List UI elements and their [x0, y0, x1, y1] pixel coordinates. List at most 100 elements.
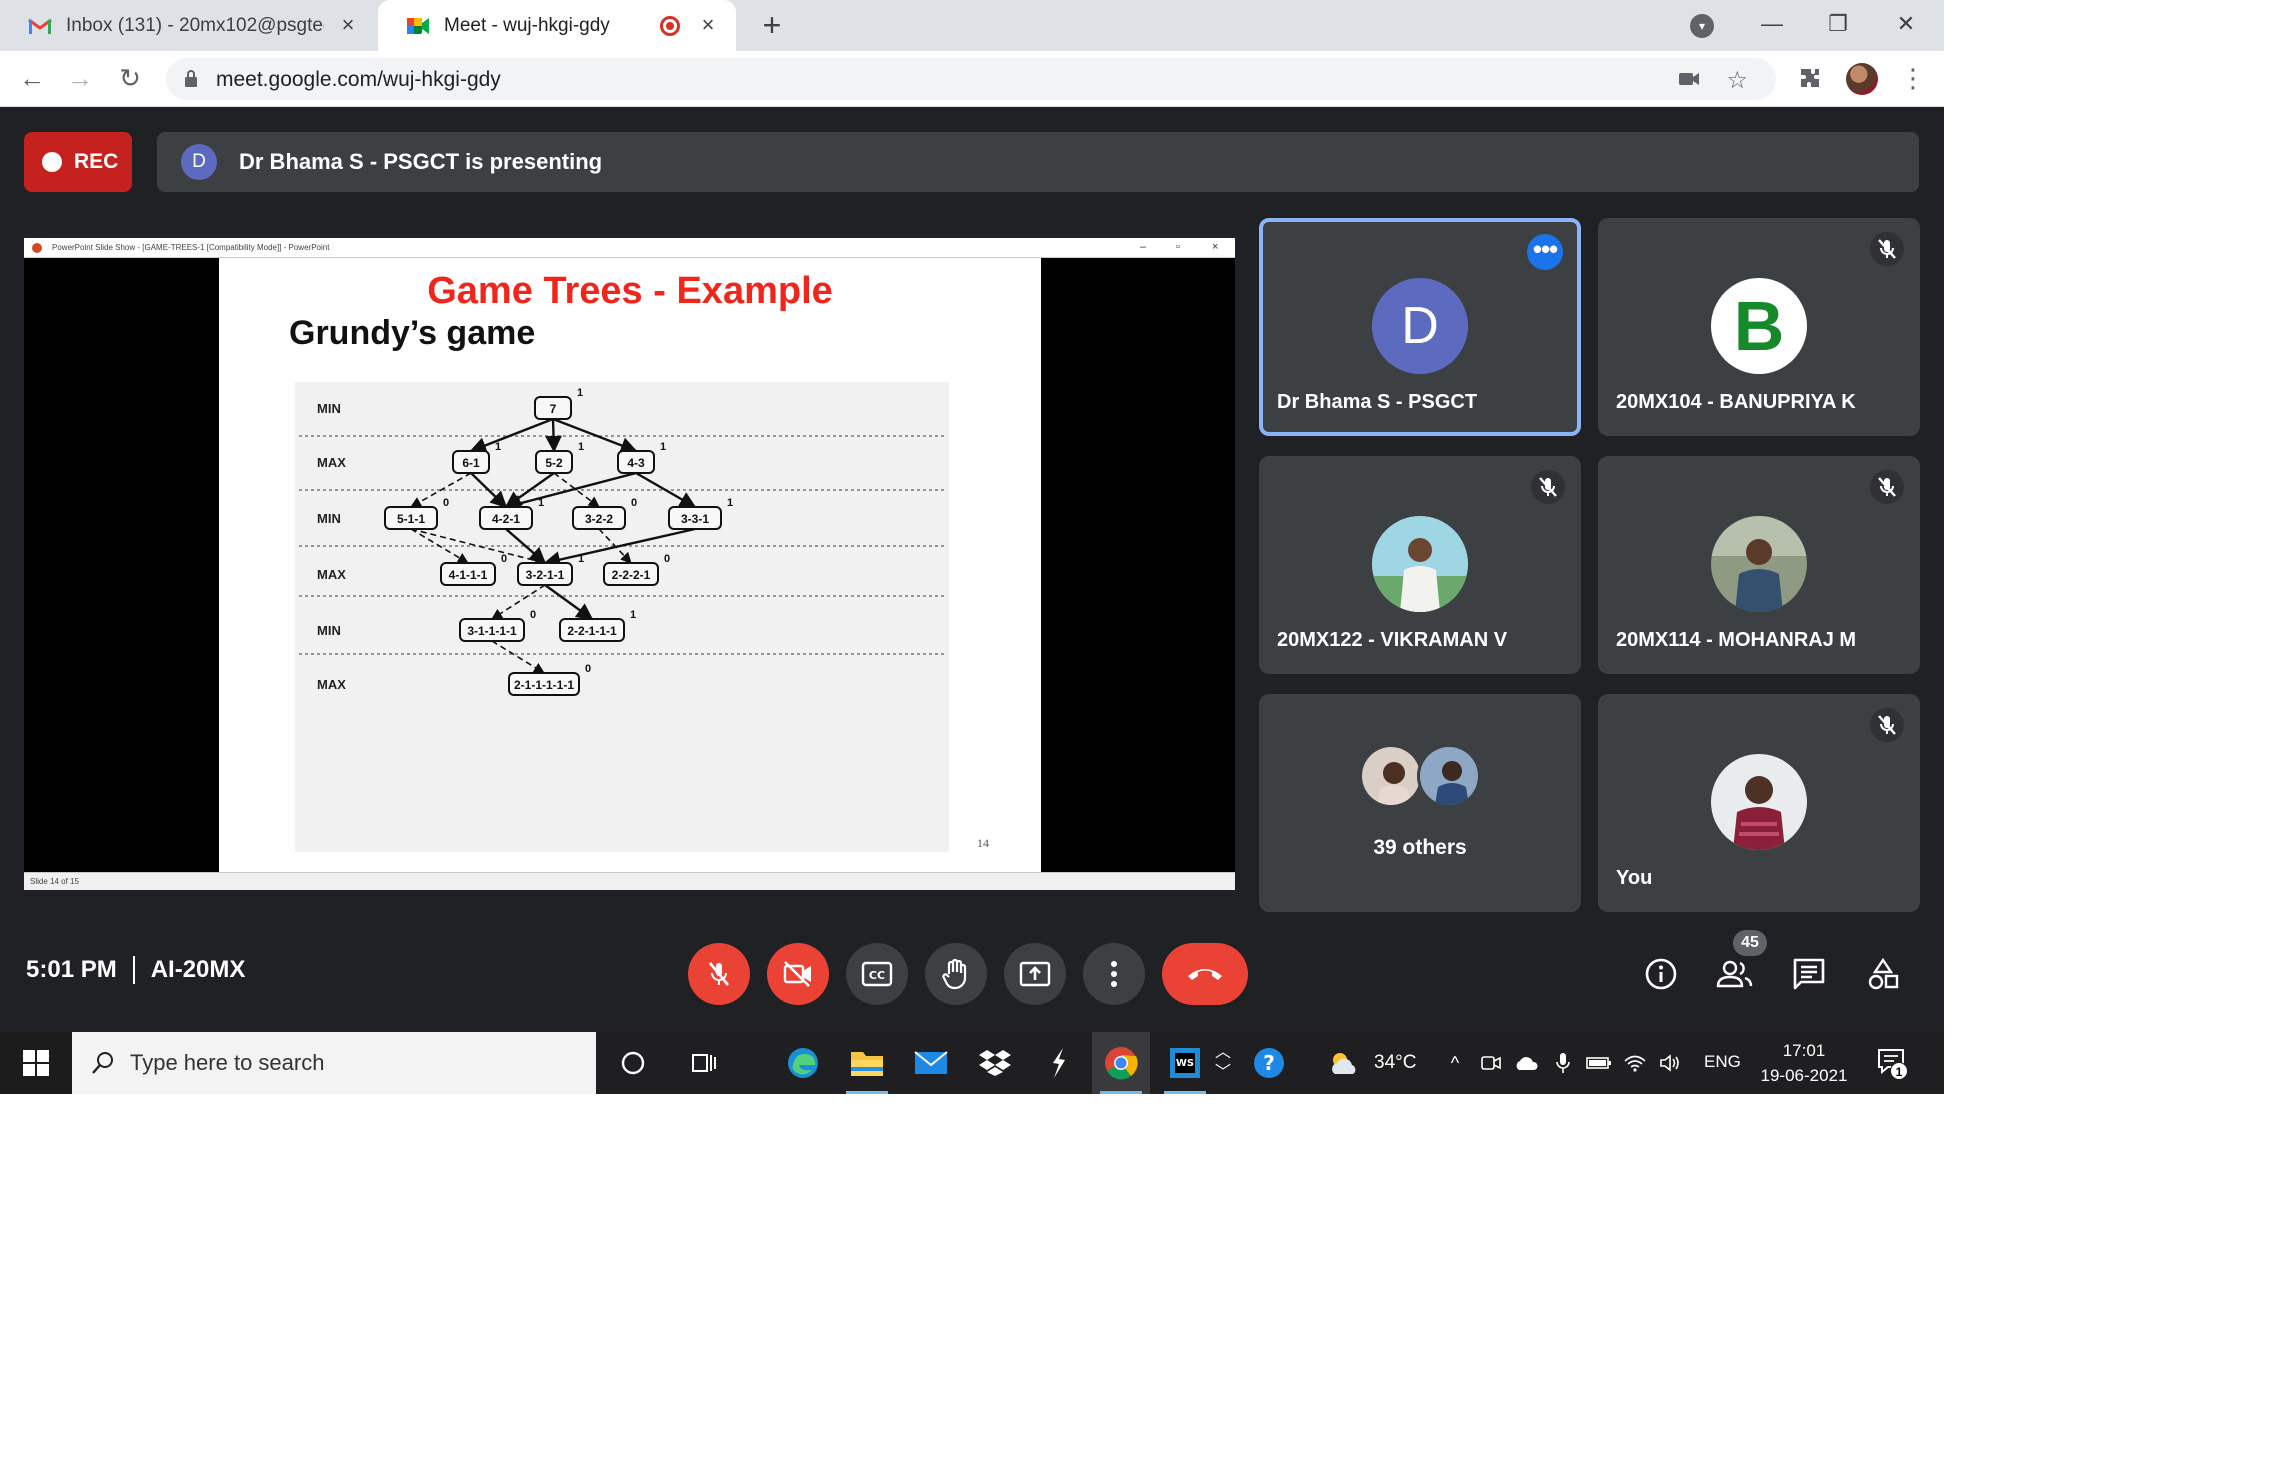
input-language[interactable]: ENG [1704, 1052, 1741, 1072]
participant-tile[interactable]: B 20MX104 - BANUPRIYA K [1598, 218, 1920, 436]
extensions-icon[interactable] [1798, 66, 1822, 97]
present-now-button[interactable] [1004, 943, 1066, 1005]
tree-node-value: 1 [660, 441, 666, 453]
tree-edge [544, 584, 594, 620]
microphone-toggle-button[interactable] [688, 943, 750, 1005]
action-center-icon[interactable]: 1 [1876, 1046, 1908, 1081]
help-icon[interactable]: ? [1240, 1032, 1298, 1094]
volume-icon[interactable] [1658, 1050, 1684, 1076]
webstorm-icon[interactable]: WS [1156, 1032, 1214, 1094]
battery-icon[interactable] [1586, 1050, 1612, 1076]
camera-permission-icon[interactable] [1678, 70, 1700, 88]
show-hidden-icons-icon[interactable]: ^ [1442, 1050, 1468, 1076]
reload-icon[interactable]: ↻ [112, 61, 148, 97]
tree-edge [504, 471, 637, 512]
tree-node: 71 [534, 387, 583, 420]
mic-off-icon [1870, 470, 1904, 504]
tree-node-label: 3-3-1 [681, 512, 709, 526]
tree-node-label: 2-2-1-1-1 [567, 624, 617, 638]
tree-node-value: 1 [578, 553, 584, 565]
tree-node: 4-1-1-1 0 [440, 553, 507, 586]
meet-tray-icon[interactable] [1478, 1050, 1504, 1076]
tree-node-value: 0 [501, 553, 507, 565]
cortana-icon[interactable] [604, 1032, 662, 1094]
participant-tile[interactable]: 20MX122 - VIKRAMAN V [1259, 456, 1581, 674]
task-view-icon[interactable] [676, 1032, 734, 1094]
participant-count-badge: 45 [1733, 930, 1767, 956]
start-button[interactable] [0, 1032, 72, 1094]
participant-tile[interactable]: 20MX114 - MOHANRAJ M [1598, 456, 1920, 674]
close-tab-icon[interactable]: × [696, 13, 720, 37]
meeting-name: AI-20MX [150, 956, 246, 983]
tree-node-value: 0 [585, 663, 591, 675]
minimize-icon[interactable]: — [1752, 6, 1792, 42]
more-options-button[interactable] [1083, 943, 1145, 1005]
meeting-time: 5:01 PM [26, 956, 117, 983]
weather-temperature: 34°C [1374, 1052, 1417, 1073]
captions-button[interactable]: CC [846, 943, 908, 1005]
meeting-details-icon[interactable] [1640, 953, 1682, 995]
participant-name: 20MX114 - MOHANRAJ M [1616, 629, 1857, 651]
restore-icon[interactable]: ❐ [1818, 6, 1858, 42]
taskbar-clock[interactable]: 17:01 19-06-2021 [1756, 1038, 1852, 1088]
activities-icon[interactable] [1862, 953, 1904, 995]
file-explorer-icon[interactable] [838, 1032, 896, 1094]
windows-logo-icon [23, 1050, 49, 1076]
chrome-icon[interactable] [1092, 1032, 1150, 1094]
tree-node: 2-2-1-1-1 1 [559, 609, 636, 642]
wifi-icon[interactable] [1622, 1050, 1648, 1076]
close-tab-icon[interactable]: × [336, 13, 360, 37]
tree-node: 5-2 1 [535, 441, 584, 474]
close-window-icon[interactable]: ✕ [1886, 6, 1926, 42]
bookmark-star-icon[interactable]: ☆ [1726, 66, 1748, 95]
raise-hand-button[interactable] [925, 943, 987, 1005]
participant-name: Dr Bhama S - PSGCT [1277, 391, 1478, 413]
leave-call-button[interactable] [1162, 943, 1248, 1005]
tree-node-value: 0 [530, 609, 536, 621]
people-icon[interactable] [1714, 953, 1756, 995]
gmail-icon [28, 14, 52, 38]
tree-node-value: 1 [577, 387, 583, 399]
tab-gmail[interactable]: Inbox (131) - 20mx102@psgtech.ac.in × [0, 0, 376, 51]
taskbar-search-box[interactable]: Type here to search [72, 1032, 596, 1094]
presentation-view[interactable]: PowerPoint Slide Show - [GAME-TREES-1 [C… [24, 238, 1235, 890]
recording-badge[interactable]: REC [24, 132, 132, 192]
participant-avatar [1711, 516, 1807, 612]
mail-icon[interactable] [902, 1032, 960, 1094]
search-icon [92, 1052, 113, 1074]
ppt-restore-icon: ▫ [1176, 241, 1180, 253]
weather-icon[interactable] [1326, 1050, 1362, 1076]
participant-name: You [1616, 867, 1653, 889]
browser-menu-icon[interactable]: ⋮ [1900, 63, 1926, 93]
edge-icon[interactable] [774, 1032, 832, 1094]
more-options-icon[interactable]: ••• [1527, 234, 1563, 270]
presenter-avatar: D [181, 144, 217, 180]
dropbox-icon[interactable] [966, 1032, 1024, 1094]
camera-toggle-button[interactable] [767, 943, 829, 1005]
tree-node-value: 1 [538, 497, 544, 509]
tab-meet[interactable]: Meet - wuj-hkgi-gdy × [378, 0, 736, 51]
self-tile[interactable]: You [1598, 694, 1920, 912]
back-icon[interactable]: ← [14, 61, 50, 97]
game-tree-diagram: MIN MAX MIN MAX MIN MAX 7 1 6-1 1 5-2 1 4-3 1 5-1-1 0 4… [295, 382, 949, 852]
others-tile[interactable]: 39 others [1259, 694, 1581, 912]
microphone-tray-icon[interactable] [1550, 1050, 1576, 1076]
tree-level-label: MAX [317, 567, 346, 582]
tree-level-label: MIN [317, 623, 341, 638]
chat-icon[interactable] [1788, 953, 1830, 995]
onedrive-icon[interactable] [1514, 1050, 1540, 1076]
search-placeholder: Type here to search [130, 1050, 325, 1075]
participant-tile[interactable]: D ••• Dr Bhama S - PSGCT [1259, 218, 1581, 436]
forward-icon[interactable]: → [62, 61, 98, 97]
clock-date: 19-06-2021 [1760, 1066, 1848, 1085]
ppt-minimize-icon: – [1140, 241, 1147, 253]
new-tab-button[interactable]: + [756, 9, 788, 42]
app-bolt-icon[interactable] [1030, 1032, 1088, 1094]
taskbar-overflow-arrows[interactable]: ︿ ﹀ [1208, 1032, 1238, 1094]
profile-avatar[interactable] [1846, 63, 1878, 95]
participant-avatar [1372, 516, 1468, 612]
tab-search-icon[interactable]: ▾ [1690, 14, 1714, 38]
tree-node-value: 1 [495, 441, 501, 453]
address-bar[interactable]: meet.google.com/wuj-hkgi-gdy ☆ [166, 58, 1776, 100]
tree-node-label: 4-2-1 [492, 512, 520, 526]
